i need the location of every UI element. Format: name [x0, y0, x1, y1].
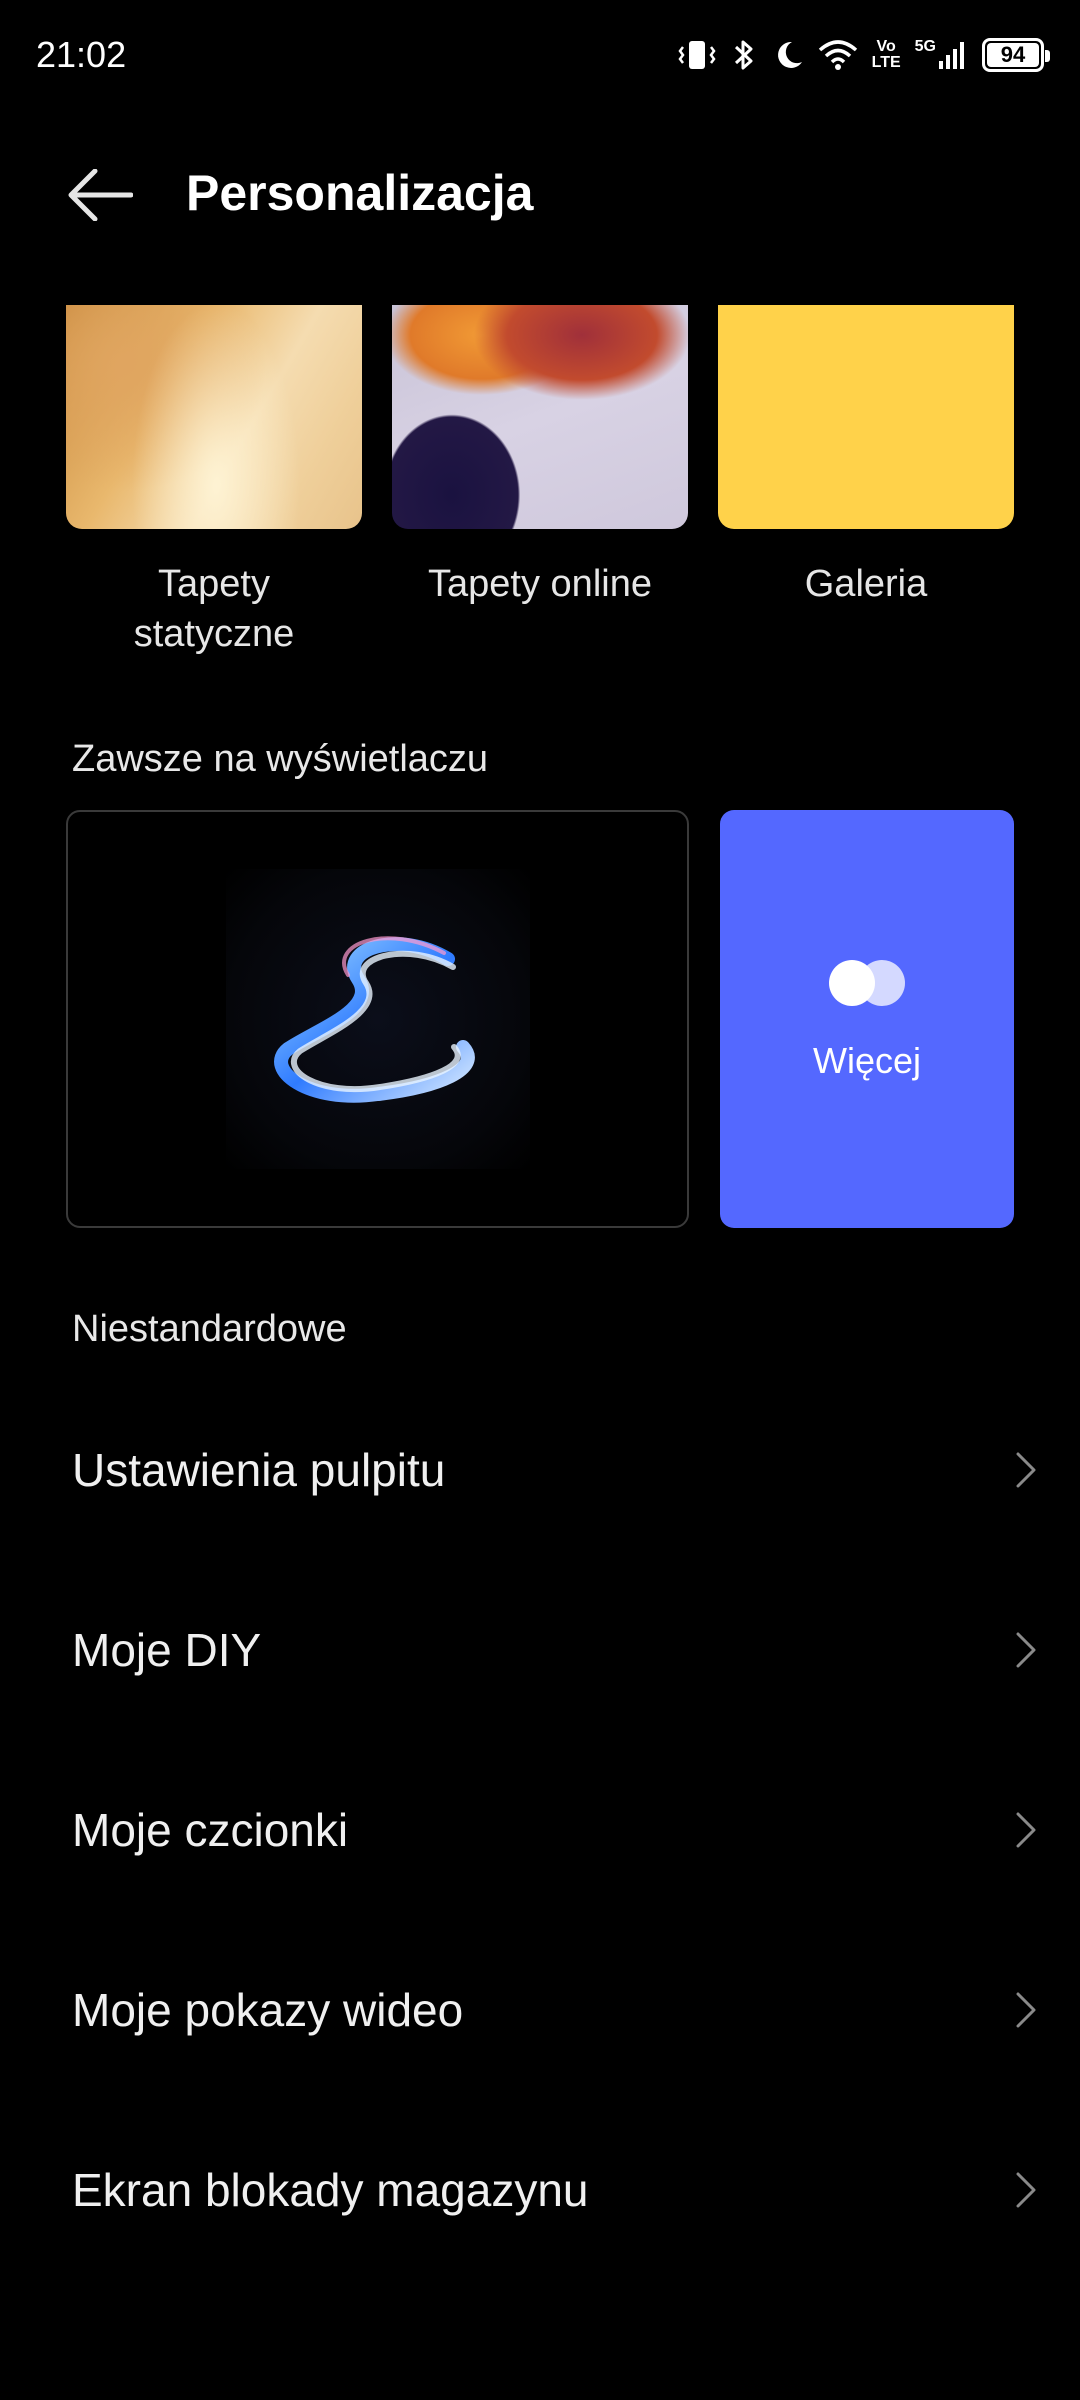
battery-level: 94	[1000, 42, 1026, 67]
network-5g-text: 5G	[914, 38, 936, 55]
aod-preview-art	[225, 869, 530, 1169]
menu-item-my-diy[interactable]: Moje DIY	[0, 1560, 1080, 1740]
aod-swirl-graphic	[273, 936, 475, 1103]
more-dots-icon	[829, 960, 905, 1006]
aod-preview-card[interactable]	[66, 810, 689, 1228]
chevron-right-icon	[1016, 1992, 1036, 2028]
status-bar: 21:02 Vo LTE 5G 94	[0, 0, 1080, 110]
custom-menu-list: Ustawienia pulpitu Moje DIY Moje czcionk…	[0, 1380, 1080, 2280]
wallpaper-static-label: Tapety statyczne	[133, 563, 295, 655]
status-icons: Vo LTE 5G 94	[678, 37, 1050, 73]
menu-item-label: Moje czcionki	[72, 1804, 349, 1856]
menu-item-magazine-lock-screen[interactable]: Ekran blokady magazynu	[0, 2100, 1080, 2280]
volte-bottom-text: LTE	[871, 54, 901, 71]
back-button[interactable]	[60, 162, 140, 228]
custom-section-title: Niestandardowe	[72, 1308, 347, 1350]
chevron-right-icon	[1016, 1812, 1036, 1848]
battery-icon: 94	[982, 38, 1050, 72]
wallpaper-row: Tapety statyczne Tapety online Galeria	[0, 305, 1080, 685]
menu-item-label: Moje DIY	[72, 1624, 262, 1676]
gallery-thumbnail	[718, 305, 1014, 529]
status-time: 21:02	[36, 34, 127, 75]
volte-top-text: Vo	[876, 38, 896, 55]
aod-section-title: Zawsze na wyświetlaczu	[72, 738, 489, 780]
aod-more-label: Więcej	[812, 1040, 922, 1081]
moon-icon	[772, 38, 804, 72]
wallpaper-static-card[interactable]: Tapety statyczne	[66, 305, 362, 659]
signal-icon: 5G	[915, 39, 968, 71]
aod-more-button[interactable]: Więcej	[720, 810, 1014, 1228]
gallery-label: Galeria	[804, 563, 928, 605]
menu-item-my-video-shows[interactable]: Moje pokazy wideo	[0, 1920, 1080, 2100]
menu-item-desktop-settings[interactable]: Ustawienia pulpitu	[0, 1380, 1080, 1560]
menu-item-label: Ekran blokady magazynu	[72, 2164, 589, 2216]
wallpaper-online-label: Tapety online	[428, 563, 652, 605]
wallpaper-online-thumbnail	[392, 305, 688, 529]
back-arrow-icon	[68, 169, 133, 221]
wifi-icon	[818, 38, 858, 72]
more-dot-b	[859, 960, 905, 1006]
vibrate-icon	[678, 37, 716, 73]
gallery-card[interactable]: Galeria	[718, 305, 1014, 609]
chevron-right-icon	[1016, 1452, 1036, 1488]
page-title: Personalizacja	[186, 165, 534, 221]
chevron-right-icon	[1016, 1632, 1036, 1668]
volte-icon: Vo LTE	[872, 39, 901, 71]
menu-item-label: Moje pokazy wideo	[72, 1984, 464, 2036]
wallpaper-static-thumbnail	[66, 305, 362, 529]
menu-item-my-fonts[interactable]: Moje czcionki	[0, 1740, 1080, 1920]
header: Personalizacja	[0, 140, 1080, 250]
chevron-right-icon	[1016, 2172, 1036, 2208]
wallpaper-online-card[interactable]: Tapety online	[392, 305, 688, 609]
menu-item-label: Ustawienia pulpitu	[72, 1444, 446, 1496]
bluetooth-icon	[730, 37, 758, 73]
